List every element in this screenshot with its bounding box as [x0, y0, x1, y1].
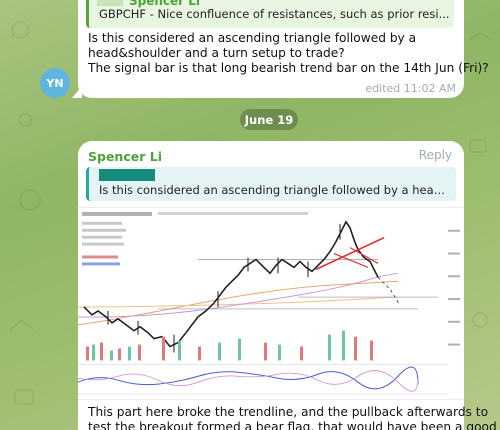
reply-thumbnail — [97, 0, 123, 6]
message-line: head&shoulder and a turn setup to trade? — [88, 46, 345, 60]
edited-timestamp: edited 11:02 AM — [365, 82, 456, 95]
message-bubble-previous[interactable]: Spencer Li GBPCHF - Nice confluence of r… — [78, 0, 489, 98]
message-author[interactable]: Spencer Li — [88, 149, 162, 164]
quoted-author-redacted — [99, 169, 155, 181]
reply-text: GBPCHF - Nice confluence of resistances,… — [99, 7, 450, 21]
chart-screenshot-image[interactable] — [78, 207, 464, 400]
avatar[interactable]: YN — [40, 68, 70, 98]
message-line: test the breakout formed a bear flag, th… — [88, 420, 497, 430]
message-text: This part here broke the trendline, and … — [88, 405, 497, 430]
bubble-tail — [72, 86, 82, 98]
date-separator: June 19 — [240, 109, 298, 130]
message-line: Is this considered an ascending triangle… — [88, 31, 417, 45]
reply-button[interactable]: Reply — [419, 148, 452, 162]
quoted-message[interactable]: Is this considered an ascending triangle… — [86, 167, 456, 201]
message-bubble-current[interactable]: Spencer Li Reply Is this considered an a… — [78, 141, 497, 430]
message-line: The signal bar is that long bearish tren… — [88, 61, 489, 75]
message-text: Is this considered an ascending triangle… — [88, 31, 489, 76]
message-line: This part here broke the trendline, and … — [88, 405, 489, 419]
reply-preview[interactable]: Spencer Li GBPCHF - Nice confluence of r… — [86, 0, 454, 28]
quoted-text: Is this considered an ascending triangle… — [99, 183, 451, 197]
